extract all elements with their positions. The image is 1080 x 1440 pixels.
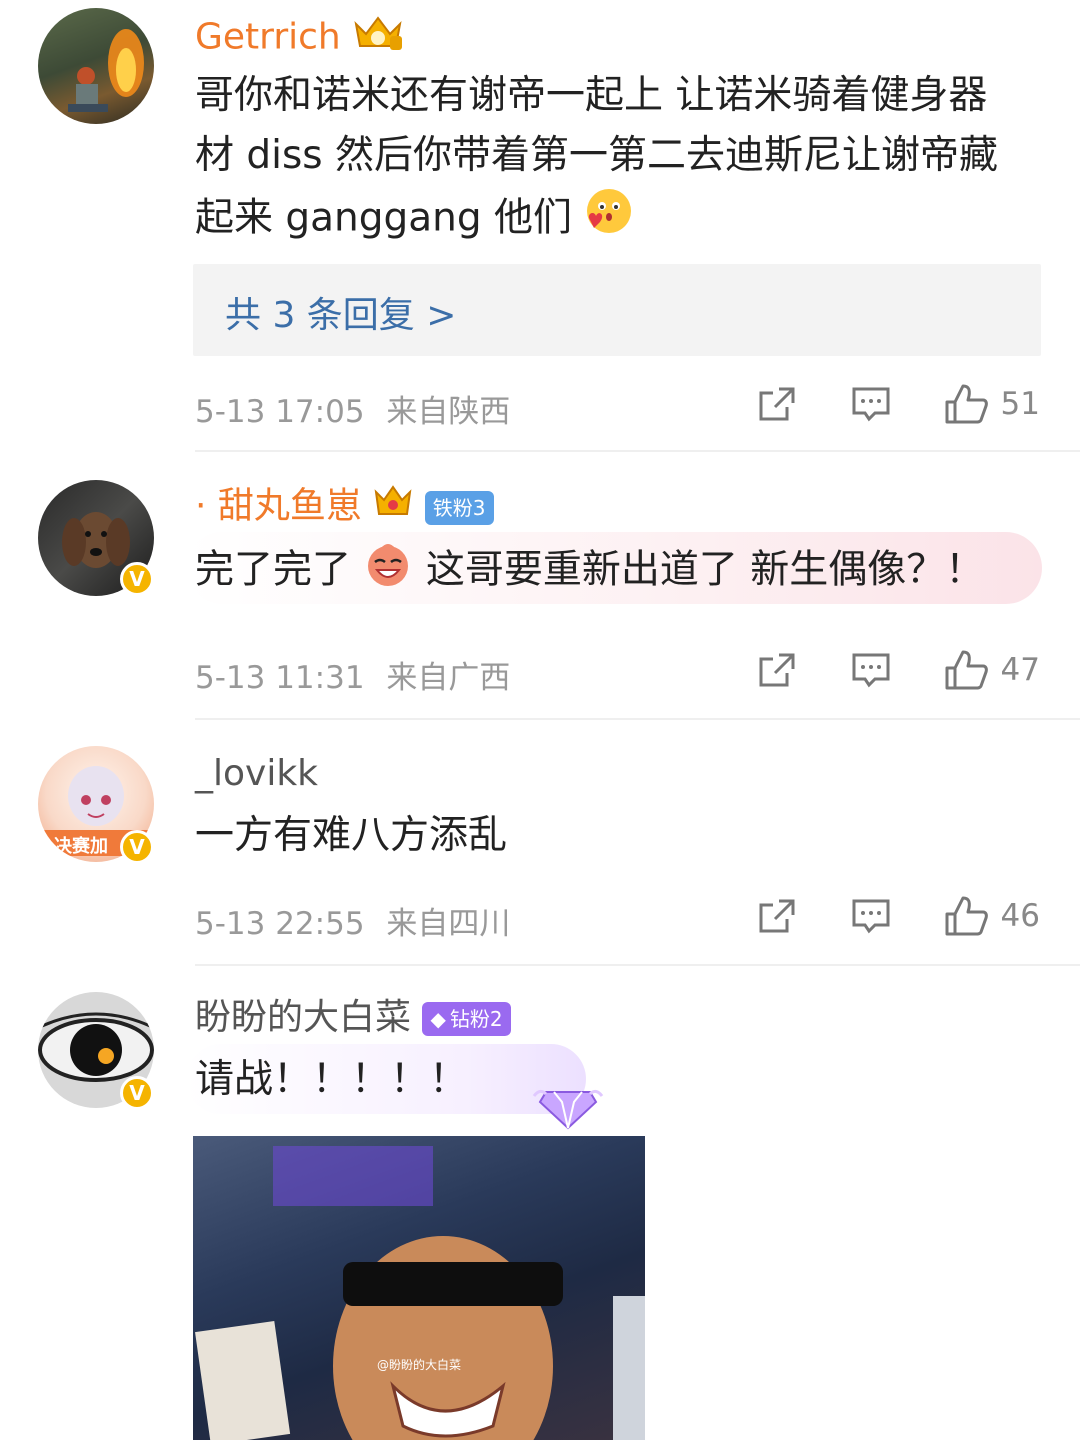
- comment-text-part: 完了完了: [195, 547, 352, 593]
- comment-icon[interactable]: [849, 385, 893, 423]
- timestamp: 5-13 11:31: [195, 660, 365, 696]
- image-watermark: @盼盼的大白菜: [377, 1358, 462, 1372]
- username[interactable]: Getrrich: [195, 12, 404, 65]
- location: 来自广西: [386, 660, 511, 696]
- replies-link[interactable]: 共 3 条回复 >: [225, 286, 456, 338]
- username-text[interactable]: 盼盼的大白菜: [195, 997, 411, 1038]
- username-text[interactable]: · 甜丸鱼崽: [195, 486, 362, 527]
- comment-text-part: 这哥要重新出道了 新生偶像？！: [425, 547, 985, 593]
- fan-badge: 铁粉3: [424, 490, 494, 525]
- comment-item: V · 甜丸鱼崽 铁粉3 完了完了 这哥要重新出道了 新生偶像？！ 5-13 1…: [0, 452, 1080, 720]
- verified-badge-icon: V: [120, 562, 154, 596]
- share-icon[interactable]: [755, 385, 799, 423]
- comment-meta: 5-13 22:55 来自四川: [195, 898, 510, 943]
- blushing-emoji-icon: [584, 186, 634, 254]
- comment-item: Getrrich 哥你和诺米还有谢帝一起上 让诺米骑着健身器材 diss 然后你…: [0, 0, 1080, 452]
- avatar-caption: 决赛加: [54, 836, 108, 857]
- location: 来自四川: [386, 906, 511, 942]
- verified-badge-icon: V: [120, 830, 154, 864]
- username[interactable]: · 甜丸鱼崽 铁粉3: [195, 482, 494, 533]
- timestamp: 5-13 17:05: [195, 394, 365, 430]
- comment-text-content: 一方有难八方添乱: [195, 813, 508, 858]
- fan-badge: ◆ 钻粉2: [422, 1002, 511, 1036]
- avatar[interactable]: [38, 8, 154, 124]
- comment-item: 决赛加 V _lovikk 一方有难八方添乱 5-13 22:55 来自四川 4…: [0, 720, 1080, 966]
- username-text[interactable]: _lovikk: [195, 753, 318, 794]
- comment-text-content: 请战！！！！！: [195, 1057, 469, 1102]
- thumbs-up-icon[interactable]: [943, 894, 989, 938]
- like-count: 51: [1000, 386, 1040, 422]
- verified-badge-icon: V: [120, 1076, 154, 1110]
- timestamp: 5-13 22:55: [195, 906, 365, 942]
- crown-icon: [352, 12, 404, 65]
- comment-image[interactable]: @盼盼的大白菜: [193, 1136, 645, 1440]
- grinning-emoji-icon: [363, 538, 413, 606]
- comment-text: 请战！！！！！: [195, 1050, 1025, 1110]
- action-bar: 51: [755, 382, 1040, 426]
- comment-text: 完了完了 这哥要重新出道了 新生偶像？！: [195, 538, 1025, 606]
- replies-box[interactable]: 共 3 条回复 >: [193, 264, 1041, 356]
- thumbs-up-icon[interactable]: [943, 382, 989, 426]
- crown-icon: [373, 482, 413, 533]
- fan-badge-label: 铁粉3: [432, 495, 486, 520]
- comment-text: 哥你和诺米还有谢帝一起上 让诺米骑着健身器材 diss 然后你带着第一第二去迪斯…: [195, 66, 1025, 254]
- comment-icon[interactable]: [849, 897, 893, 935]
- photo-content: [195, 1146, 645, 1440]
- username[interactable]: 盼盼的大白菜 ◆ 钻粉2: [195, 996, 511, 1040]
- comment-meta: 5-13 17:05 来自陕西: [195, 386, 510, 431]
- action-bar: 47: [755, 648, 1040, 692]
- avatar-image: [68, 29, 144, 112]
- username[interactable]: _lovikk: [195, 752, 318, 796]
- like-count: 46: [1000, 898, 1040, 934]
- share-icon[interactable]: [755, 897, 799, 935]
- fan-badge-label: 钻粉2: [449, 1007, 503, 1031]
- comment-text: 一方有难八方添乱: [195, 806, 1025, 866]
- action-bar: 46: [755, 894, 1040, 938]
- username-text[interactable]: Getrrich: [195, 17, 341, 58]
- diamond-icon: ◆: [430, 1007, 446, 1031]
- comment-meta: 5-13 11:31 来自广西: [195, 652, 510, 697]
- thumbs-up-icon[interactable]: [943, 648, 989, 692]
- like-count: 47: [1000, 652, 1040, 688]
- comment-icon[interactable]: [849, 651, 893, 689]
- comment-item: V 盼盼的大白菜 ◆ 钻粉2 请战！！！！！ @盼盼的大白菜: [0, 966, 1080, 1440]
- share-icon[interactable]: [755, 651, 799, 689]
- location: 来自陕西: [386, 394, 511, 430]
